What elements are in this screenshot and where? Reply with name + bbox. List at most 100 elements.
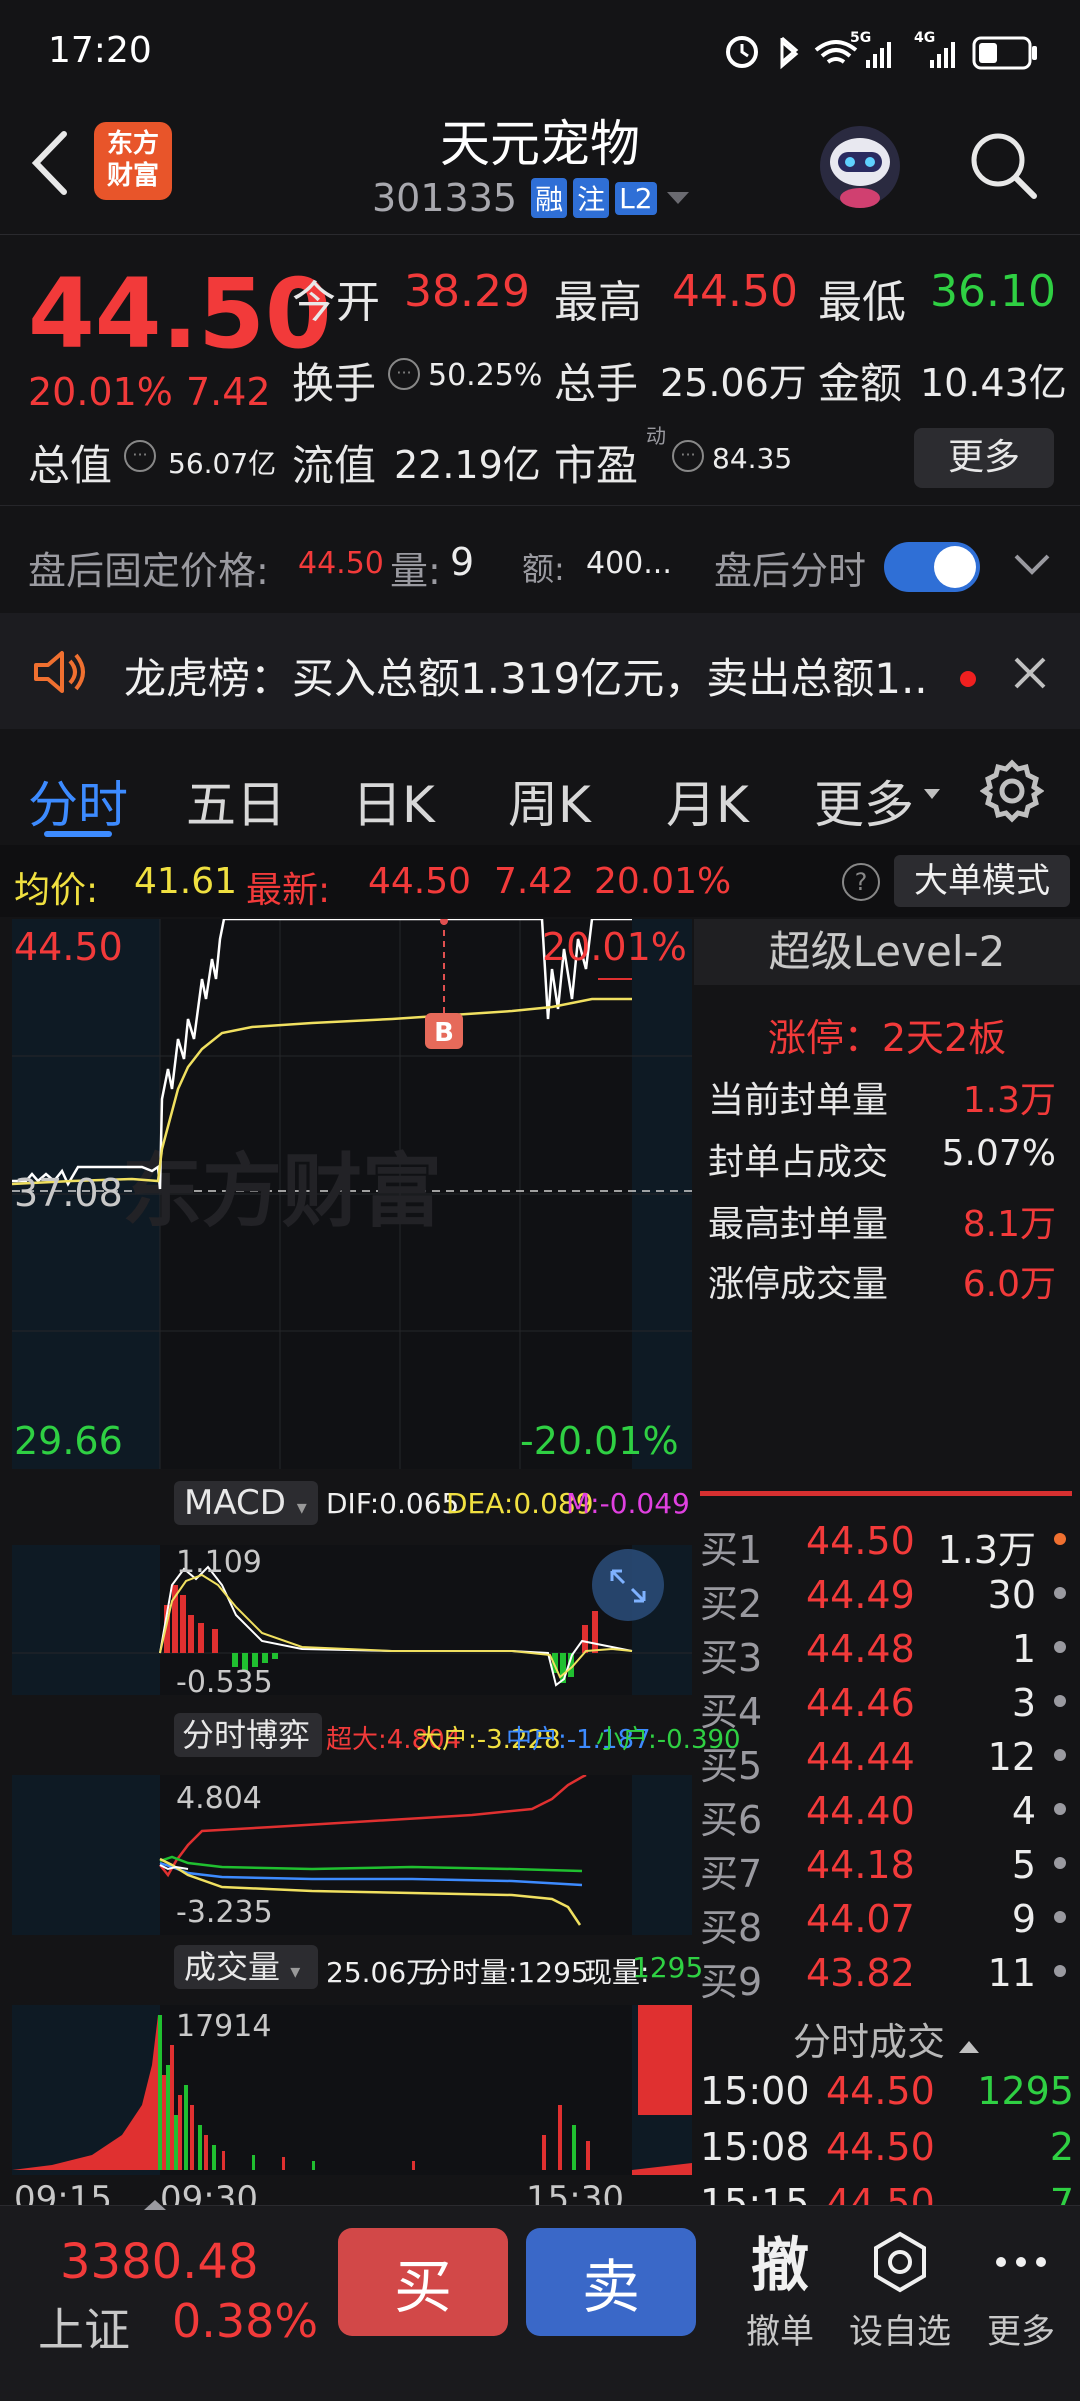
cancel-icon: 撤 — [750, 2231, 809, 2299]
index-name: 上证 — [38, 2303, 130, 2357]
bid-row[interactable]: 买5 44.44 12 — [700, 1735, 1080, 1788]
volume-tick: 分时量:1295 — [424, 1956, 589, 1989]
volume-now: 1295 — [632, 1951, 704, 1984]
bid-row[interactable]: 买3 44.48 1 — [700, 1627, 1080, 1680]
macd-selector-label: MACD — [184, 1483, 286, 1523]
watchlist-label: 设自选 — [849, 2312, 951, 2352]
more-menu-button[interactable]: 更多 — [976, 2230, 1066, 2353]
level2-row-label: 当前封单量 — [708, 1080, 889, 1121]
caret-down-icon — [666, 192, 689, 204]
volume-total: 25.06万 — [326, 1956, 435, 1989]
bottom-bar: 3380.48 上证 0.38% 买 卖 撤 撤单 设自选 更多 — [0, 2200, 1080, 2401]
more-menu-label: 更多 — [987, 2312, 1055, 2352]
tab-weekly-k[interactable]: 周K — [508, 765, 591, 837]
value-mktcap: 56.07亿 — [168, 447, 277, 480]
stock-code: 301335 — [372, 176, 518, 220]
info-dots-icon[interactable]: ··· — [124, 440, 156, 472]
status-time: 17:20 — [48, 30, 152, 71]
last-price: 44.50 — [28, 258, 332, 370]
more-button[interactable]: 更多 — [914, 428, 1054, 488]
level2-row: 最高封单量 8.1万 — [708, 1195, 1068, 1247]
avg-value: 41.61 — [134, 861, 238, 902]
index-value[interactable]: 3380.48 — [60, 2234, 259, 2290]
tab-monthly-k[interactable]: 月K — [666, 765, 749, 837]
limit-up-label: 涨停：2天2板 — [767, 1016, 1007, 1060]
value-amount: 10.43亿 — [920, 361, 1067, 405]
latest-value: 44.50 — [368, 861, 472, 902]
tick-title[interactable]: 分时成交 — [694, 2011, 1080, 2066]
game-chart[interactable] — [12, 1775, 692, 1935]
level2-row-value: 1.3万 — [962, 1080, 1056, 1121]
y-mid-label: 37.08 — [14, 1171, 123, 1215]
volume-chart[interactable] — [12, 2005, 692, 2175]
stock-name: 天元宠物 — [440, 115, 640, 173]
bid-row[interactable]: 买1 44.50 1.3万 — [700, 1519, 1080, 1572]
close-icon[interactable] — [1010, 653, 1050, 693]
watchlist-icon — [874, 2231, 926, 2293]
tab-intraday[interactable]: 分时 — [28, 765, 128, 837]
bid-row[interactable]: 买8 44.07 9 — [700, 1897, 1080, 1950]
big-order-mode-button[interactable]: 大单模式 — [894, 855, 1070, 907]
tick-panel: 分时成交 15:00 44.50 1295 15:08 44.50 2 15:15 44.… — [694, 2005, 1080, 2205]
macd-chart[interactable] — [12, 1545, 692, 1695]
game-selector[interactable]: 分时博弈 ▾ — [174, 1713, 322, 1795]
bid-row[interactable]: 买7 44.18 5 — [700, 1843, 1080, 1896]
volume-selector[interactable]: 成交量 ▾ — [174, 1945, 318, 1989]
add-watchlist-button[interactable]: 设自选 — [840, 2230, 960, 2353]
bid-row[interactable]: 买2 44.49 30 — [700, 1573, 1080, 1626]
ah-toggle[interactable] — [884, 542, 980, 592]
macd-dif: DIF:0.065 — [326, 1487, 460, 1520]
status-bar: 17:20 5G 4G — [0, 0, 1080, 100]
game-top-label: 4.804 — [176, 1781, 262, 1816]
search-icon[interactable] — [964, 126, 1044, 206]
quote-panel: 44.50 20.01% 7.42 今开 38.29 最高 44.50 最低 3… — [0, 236, 1080, 500]
order-book-divider — [700, 1491, 1072, 1496]
game-selector-label: 分时博弈 — [182, 1716, 311, 1754]
more-dots-icon — [996, 2257, 1046, 2267]
bid-row[interactable]: 买4 44.46 3 — [700, 1681, 1080, 1734]
tag-margin: 融 — [531, 178, 568, 218]
value-open: 38.29 — [404, 266, 530, 317]
robot-avatar-icon[interactable] — [812, 116, 908, 212]
level2-row-value: 5.07% — [941, 1133, 1056, 1174]
sell-button[interactable]: 卖 — [526, 2228, 696, 2336]
dragon-tiger-banner[interactable]: 龙虎榜：买入总额1.319亿元，卖出总额1.. — [0, 613, 1080, 729]
stock-code-row[interactable]: 301335 融 注 L2 — [372, 176, 693, 220]
tab-five-day[interactable]: 五日 — [186, 765, 286, 837]
buy-marker: B — [434, 1018, 454, 1048]
bid-row[interactable]: 买9 43.82 11 — [700, 1951, 1080, 2004]
label-turnover: 换手 — [292, 359, 377, 408]
pct-top-label: 20.01% — [542, 925, 687, 969]
caret-up-icon[interactable] — [140, 2196, 170, 2212]
info-dots-icon[interactable]: ··· — [388, 358, 420, 390]
macd-selector[interactable]: MACD ▾ — [174, 1481, 318, 1525]
level2-title[interactable]: 超级Level-2 — [694, 919, 1080, 985]
value-volume: 25.06万 — [660, 361, 807, 405]
label-float: 流值 — [292, 441, 377, 490]
info-dots-icon[interactable]: ··· — [672, 440, 704, 472]
tick-title-label: 分时成交 — [792, 2020, 945, 2064]
index-pct: 0.38% — [172, 2294, 319, 2348]
volume-selector-label: 成交量 — [184, 1948, 281, 1986]
macd-bottom-label: -0.535 — [176, 1665, 273, 1700]
help-icon[interactable]: ? — [842, 863, 880, 901]
tab-more[interactable]: 更多 — [814, 765, 914, 837]
level2-row-label: 最高封单量 — [708, 1204, 889, 1245]
tab-daily-k[interactable]: 日K — [352, 765, 435, 837]
cancel-order-button[interactable]: 撤 撤单 — [740, 2218, 820, 2353]
buy-button[interactable]: 买 — [338, 2228, 508, 2336]
bid-row[interactable]: 买6 44.40 4 — [700, 1789, 1080, 1842]
tick-row: 15:00 44.50 1295 — [700, 2069, 1074, 2113]
chevron-down-icon[interactable] — [1012, 552, 1052, 578]
level2-row: 涨停成交量 6.0万 — [708, 1255, 1068, 1307]
svg-text:东方财富: 东方财富 — [122, 1145, 442, 1238]
level2-row-label: 封单占成交 — [708, 1142, 889, 1183]
level2-row-value: 8.1万 — [962, 1204, 1056, 1245]
avg-label: 均价: — [14, 870, 99, 911]
latest-label: 最新: — [246, 870, 331, 911]
gear-icon[interactable] — [980, 759, 1044, 823]
after-hours-row: 盘后固定价格: 44.50 量: 9 额: 400... 盘后分时 — [0, 505, 1080, 612]
tag-watch: 注 — [573, 178, 610, 218]
label-mktcap: 总值 — [28, 441, 113, 490]
latest-change: 7.42 — [494, 861, 575, 902]
